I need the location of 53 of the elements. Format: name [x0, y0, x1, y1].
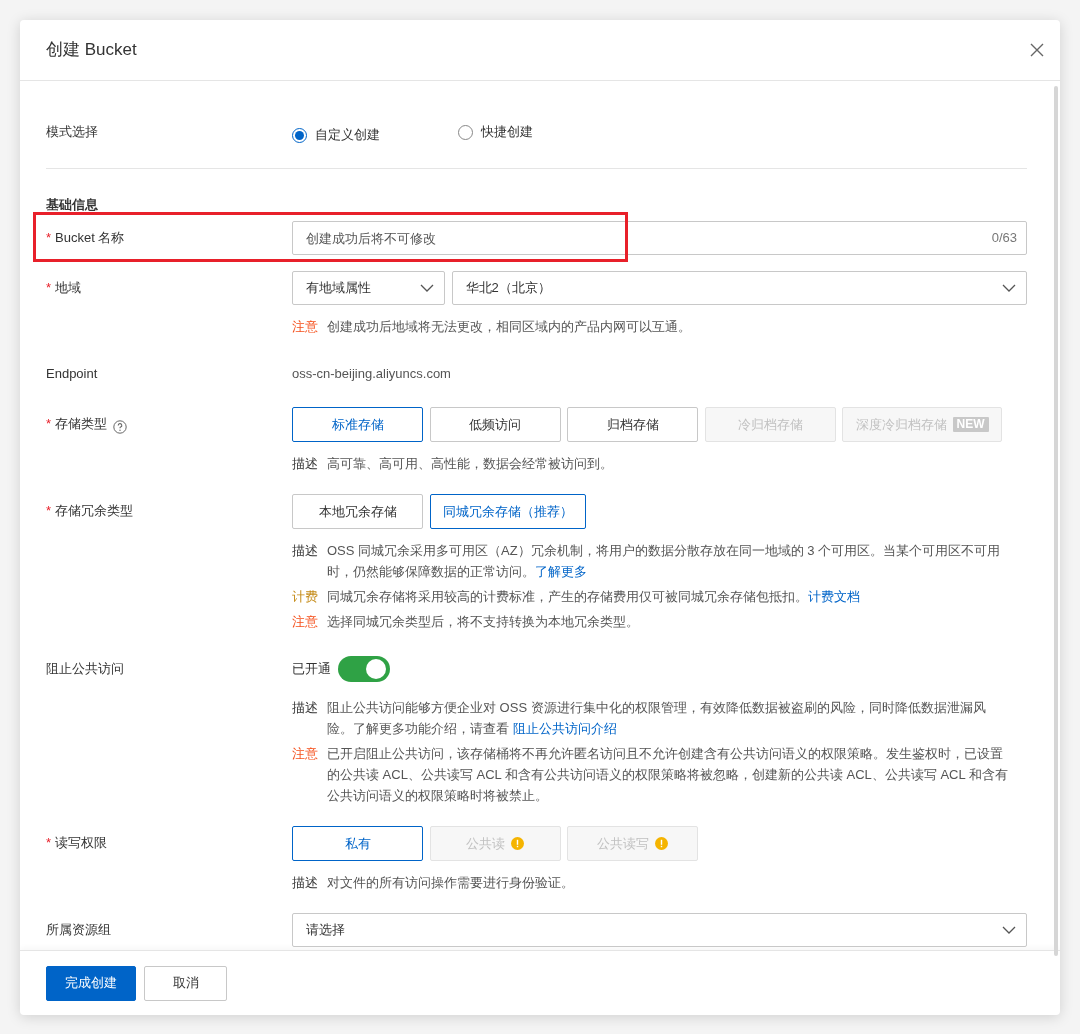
note-link[interactable]: 阻止公共访问介绍	[512, 721, 617, 736]
note-text: 高可靠、高可用、高性能，数据会经常被访问到。	[327, 455, 614, 473]
option-button[interactable]: 归档存储	[567, 407, 698, 442]
dropdown[interactable]: 有地域属性	[292, 271, 445, 305]
field-label: 所属资源组	[46, 922, 111, 937]
chevron-icon[interactable]	[1002, 284, 1016, 292]
field-label: Endpoint	[46, 366, 98, 381]
field-label: 模式选择	[46, 124, 98, 139]
note-text: 同城冗余存储将采用较高的计费标准，产生的存储费用仅可被同城冗余存储包抵扣。计费文档	[327, 588, 861, 606]
field-label: * Bucket 名称	[46, 230, 125, 245]
help-icon[interactable]	[113, 419, 128, 434]
option-button[interactable]: 私有	[292, 826, 423, 861]
character-counter: 0/63	[991, 229, 1017, 247]
field-label: 阻止公共访问	[46, 661, 124, 676]
note-text: 选择同城冗余类型后，将不支持转换为本地冗余类型。	[327, 613, 640, 631]
radio-option[interactable]: 自定义创建	[292, 118, 380, 152]
option-button[interactable]: 低频访问	[429, 407, 561, 442]
field-label: * 存储类型	[46, 416, 108, 431]
switch-status: 已开通	[292, 660, 331, 679]
note-tag: 描述	[292, 697, 323, 739]
field-label: * 地域	[46, 280, 82, 295]
note-text: 创建成功后地域将无法更改，相同区域内的产品内网可以互通。	[327, 318, 692, 336]
option-button[interactable]: 同城冗余存储（推荐）	[429, 494, 586, 529]
field-label: * 读写权限	[46, 835, 108, 850]
field-label: * 存储冗余类型	[46, 503, 134, 518]
note-text: 对文件的所有访问操作需要进行身份验证。	[327, 874, 575, 892]
note-tag: 描述	[292, 540, 323, 582]
note-text: 已开启阻止公共访问，该存储桶将不再允许匿名访问且不允许创建含有公共访问语义的权限策略。发生鉴权时，已设置的公共读 ACL、公共读写 ACL 和含有公共访问语义的权限策略将被忽略，创建新的公共读 ACL、公共读写 ACL 和含有公共访问语义的权限策略时将被禁止。	[327, 745, 1009, 805]
note-tag: 计费	[292, 586, 323, 607]
note-tag: 描述	[292, 453, 323, 474]
toggle-switch[interactable]	[337, 656, 390, 682]
option-button[interactable]: 标准存储	[292, 407, 423, 442]
note-tag: 注意	[292, 611, 323, 632]
radio-option[interactable]: 快捷创建	[458, 115, 533, 149]
note-text: OSS 同城冗余采用多可用区（AZ）冗余机制，将用户的数据分散存放在同一地域的 3 个可用区。当某个可用区不可用时，仍然能够保障数据的正常访问。了解更多	[327, 542, 1002, 581]
option-button[interactable]: 本地冗余存储	[292, 494, 423, 529]
scrollbar[interactable]	[1054, 86, 1058, 956]
note-link[interactable]: 计费文档	[808, 589, 860, 604]
cancel-button[interactable]: 取消	[144, 965, 227, 1001]
note-tag: 描述	[292, 872, 323, 893]
note-tag: 注意	[292, 316, 323, 337]
confirm-button[interactable]: 完成创建	[46, 965, 136, 1001]
note-tag: 注意	[292, 743, 323, 806]
close-icon[interactable]	[1030, 43, 1044, 57]
chevron-icon[interactable]	[420, 284, 434, 292]
dropdown[interactable]: 请选择	[292, 913, 1027, 947]
note-text: 阻止公共访问能够方便企业对 OSS 资源进行集中化的权限管理，有效降低数据被盗刷的风险，同时降低数据泄漏风险。了解更多功能介绍，请查看 阻止公共访问介绍	[327, 699, 987, 738]
dropdown[interactable]: 华北2（北京）	[451, 271, 1027, 305]
note-link[interactable]: 了解更多	[535, 564, 587, 579]
section-heading: 基础信息	[46, 196, 99, 214]
dialog-title: 创建 Bucket	[46, 39, 137, 62]
chevron-icon[interactable]	[1002, 926, 1016, 934]
endpoint-value: oss-cn-beijing.aliyuncs.com	[292, 365, 452, 383]
